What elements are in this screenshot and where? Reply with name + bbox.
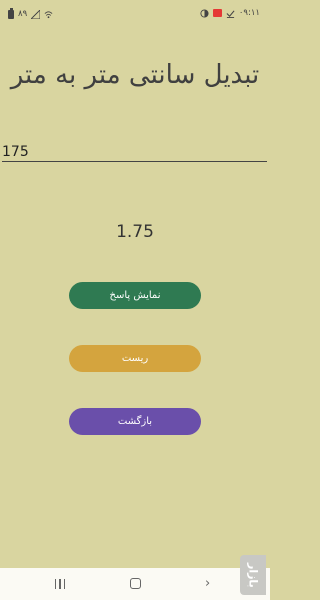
watermark-text: بازار xyxy=(246,562,260,588)
status-right: ۰۹:۱۱ xyxy=(200,8,260,18)
battery-icon xyxy=(8,7,14,19)
download-check-icon xyxy=(226,9,235,18)
centimeter-input[interactable] xyxy=(2,142,267,162)
status-left: ٨٩ xyxy=(8,7,53,19)
status-time: ۰۹:۱۱ xyxy=(238,8,260,18)
centimeter-input-field[interactable] xyxy=(2,141,267,162)
app-notification-icon xyxy=(200,8,209,18)
battery-level: ٨٩ xyxy=(18,9,28,19)
recents-icon[interactable] xyxy=(55,579,65,589)
notification-badge-icon xyxy=(212,9,222,17)
home-icon[interactable] xyxy=(130,578,141,589)
back-button[interactable]: بازگشت xyxy=(69,408,201,435)
page-title: تبدیل سانتی متر به متر xyxy=(10,60,260,90)
reset-button[interactable]: ریست xyxy=(69,345,201,372)
chevron-right-icon[interactable]: › xyxy=(205,577,210,590)
bazaar-watermark: بازار xyxy=(240,555,266,595)
show-answer-button[interactable]: نمایش پاسخ xyxy=(69,282,201,309)
signal-icon xyxy=(31,9,41,19)
status-bar: ٨٩ ۰۹:۱۱ xyxy=(0,0,270,30)
navigation-bar: › xyxy=(0,568,270,600)
result-value: 1.75 xyxy=(116,222,154,242)
wifi-icon xyxy=(44,10,53,18)
